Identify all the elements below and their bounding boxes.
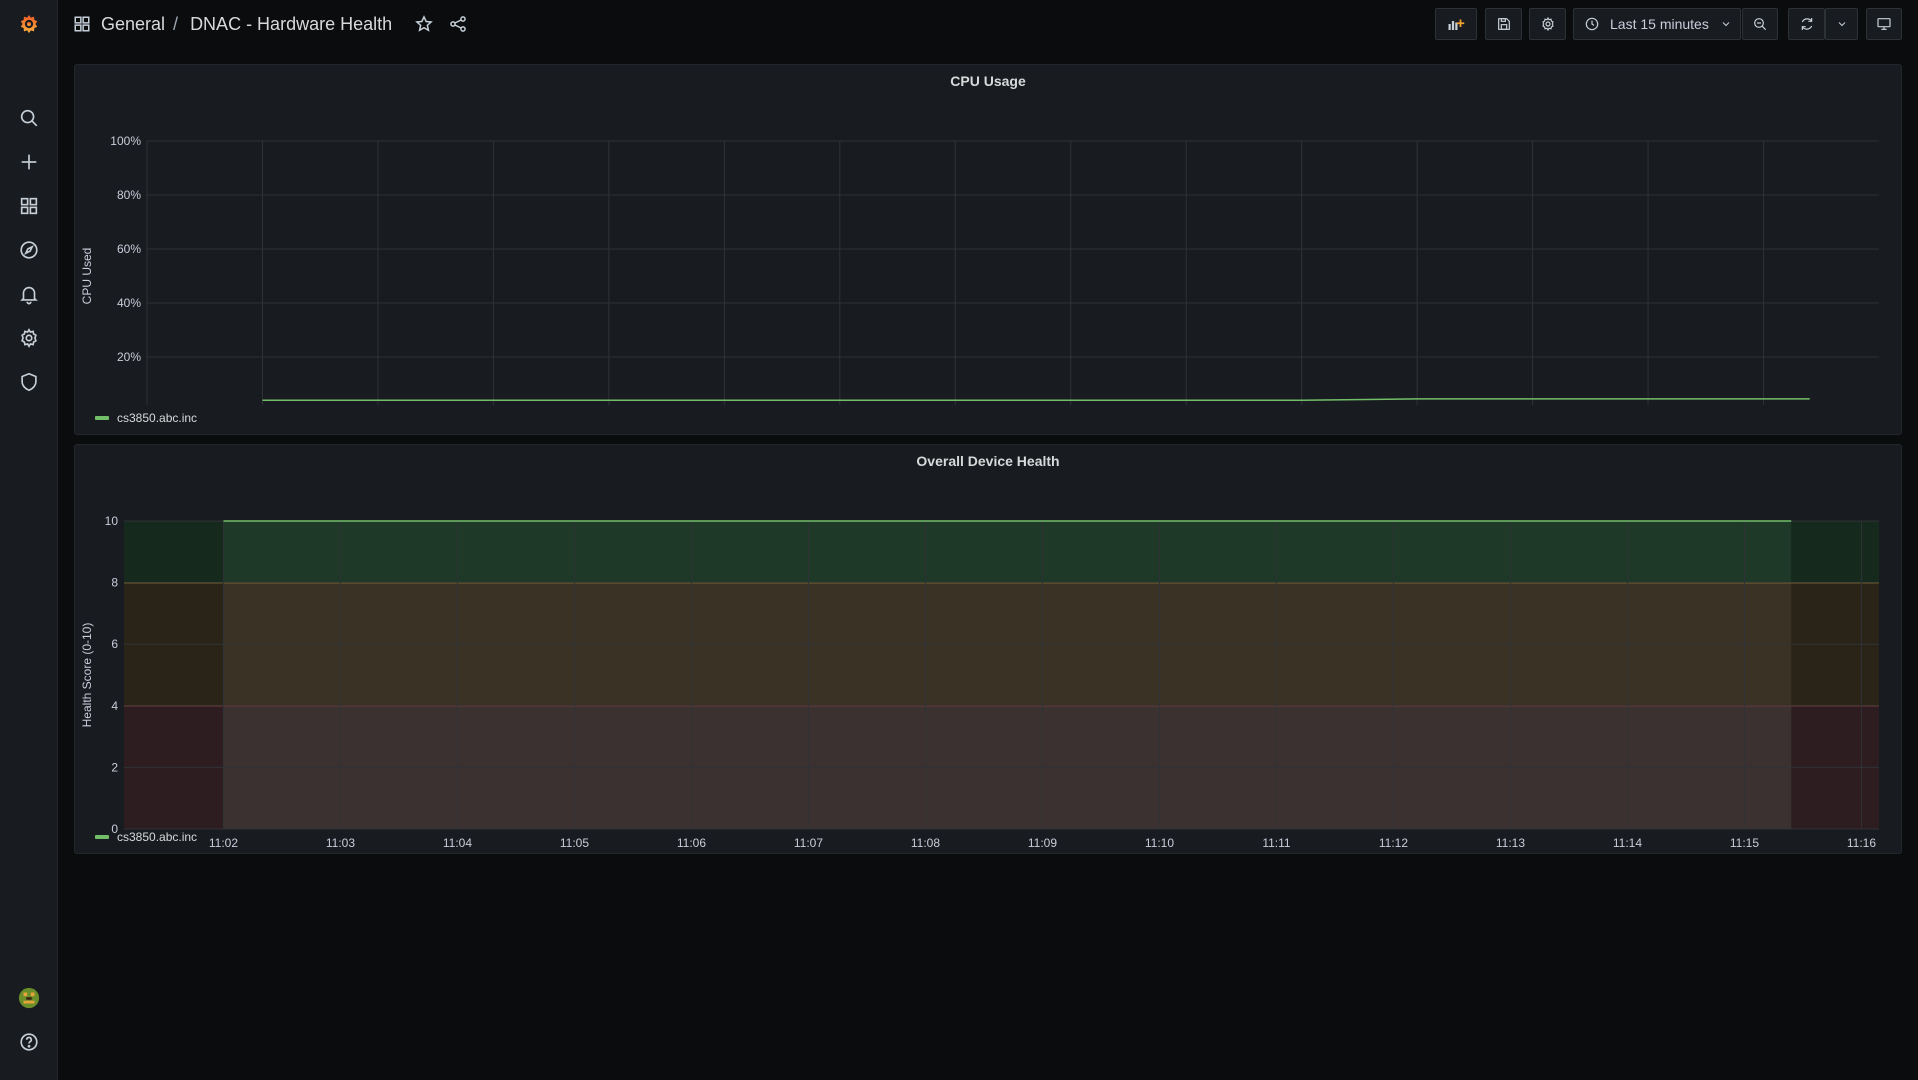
user-avatar[interactable]: [8, 980, 49, 1016]
y-tick-label: 60%: [117, 242, 141, 256]
y-tick-label: 8: [111, 576, 118, 590]
x-tick-label: 11:09: [1028, 836, 1057, 847]
y-tick-label: 100%: [110, 134, 141, 148]
breadcrumb: General / DNAC - Hardware Health: [73, 12, 468, 36]
y-tick-label: 20%: [117, 350, 141, 364]
legend-item[interactable]: cs3850.abc.inc: [95, 411, 197, 425]
refresh-icon: [1801, 18, 1812, 30]
y-tick-label: 40%: [117, 296, 141, 310]
star-icon[interactable]: [414, 14, 434, 34]
breadcrumb-folder-link[interactable]: General: [101, 14, 165, 35]
x-tick-label: 11:13: [1496, 836, 1525, 847]
dashboard-settings-button[interactable]: [1529, 8, 1566, 40]
y-tick-label: 6: [111, 637, 118, 651]
x-tick-label: 11:03: [326, 836, 355, 847]
dashboard-settings-icon: [1541, 16, 1554, 32]
share-icon[interactable]: [448, 14, 468, 34]
legend-swatch: [95, 416, 109, 420]
save-dashboard-button[interactable]: [1485, 8, 1522, 40]
explore-compass-icon[interactable]: [8, 232, 49, 268]
y-tick-label: 10: [105, 514, 119, 528]
legend-swatch: [95, 835, 109, 839]
series-line: [262, 398, 1810, 401]
tv-mode-button[interactable]: [1866, 8, 1902, 40]
x-tick-label: 11:10: [1145, 836, 1174, 847]
alerting-bell-icon[interactable]: [8, 276, 49, 312]
x-tick-label: 11:15: [1730, 836, 1759, 847]
y-axis-label: Health Score (0-10): [80, 623, 94, 728]
add-panel-button[interactable]: [1435, 8, 1477, 40]
y-tick-label: 4: [111, 699, 118, 713]
help-icon[interactable]: [8, 1024, 49, 1060]
x-tick-label: 11:07: [794, 836, 823, 847]
x-tick-label: 11:11: [1262, 836, 1291, 847]
zoom-out-button[interactable]: [1742, 8, 1778, 40]
create-plus-icon[interactable]: [8, 144, 49, 180]
zoom-out-icon: [1754, 18, 1767, 31]
panel-title[interactable]: Overall Device Health: [75, 453, 1901, 469]
y-axis-label: CPU Used: [80, 248, 94, 305]
legend-item[interactable]: cs3850.abc.inc: [95, 830, 197, 844]
x-tick-label: 11:12: [1379, 836, 1408, 847]
x-tick-label: 11:04: [443, 836, 472, 847]
x-tick-label: 11:08: [911, 836, 940, 847]
y-tick-label: 80%: [117, 188, 141, 202]
cpu-usage-panel: CPU Usage 0%20%40%60%80%100%11:0111:0211…: [74, 64, 1902, 435]
x-tick-label: 11:05: [560, 836, 589, 847]
dashboard-title[interactable]: DNAC - Hardware Health: [190, 14, 392, 35]
x-tick-label: 11:02: [209, 836, 238, 847]
breadcrumb-separator: /: [173, 13, 179, 34]
device-health-chart[interactable]: 024681011:02 11:03 11:04 11:05 11:06 11:07 11:…: [75, 475, 1901, 847]
legend-label: cs3850.abc.inc: [117, 830, 198, 844]
clock-icon: [1585, 17, 1599, 31]
dashboards-icon[interactable]: [8, 188, 49, 224]
server-admin-shield-icon[interactable]: [8, 364, 49, 400]
configuration-gear-icon[interactable]: [8, 320, 49, 356]
time-range-label: Last 15 minutes: [1610, 16, 1709, 32]
cpu-usage-chart[interactable]: 0%20%40%60%80%100%11:0111:0211:0311:0411…: [75, 95, 1901, 405]
sidebar: [0, 0, 58, 1080]
x-tick-label: 11:06: [677, 836, 706, 847]
y-tick-label: 0%: [124, 404, 142, 405]
chevron-down-icon: [1722, 22, 1730, 27]
refresh-button[interactable]: [1788, 8, 1825, 40]
search-icon[interactable]: [8, 100, 49, 136]
panel-title[interactable]: CPU Usage: [75, 73, 1901, 89]
threshold-region: [223, 521, 1792, 583]
refresh-interval-chevron-icon: [1838, 22, 1845, 27]
tv-mode-icon: [1877, 18, 1891, 30]
grafana-logo-icon[interactable]: [8, 6, 49, 42]
dashboards-grid-icon: [74, 16, 90, 32]
device-health-panel: Overall Device Health 0 2 4 6 8 10 11:02 11:03 1…: [74, 444, 1902, 854]
save-dashboard-icon: [1497, 18, 1510, 30]
x-tick-label: 11:14: [1613, 836, 1642, 847]
x-tick-label: 11:16: [1847, 836, 1876, 847]
legend-label: cs3850.abc.inc: [117, 411, 198, 425]
refresh-interval-picker[interactable]: [1825, 8, 1858, 40]
time-range-picker[interactable]: Last 15 minutes: [1573, 8, 1741, 40]
y-tick-label: 2: [111, 760, 118, 774]
add-panel-icon: [1448, 19, 1465, 30]
